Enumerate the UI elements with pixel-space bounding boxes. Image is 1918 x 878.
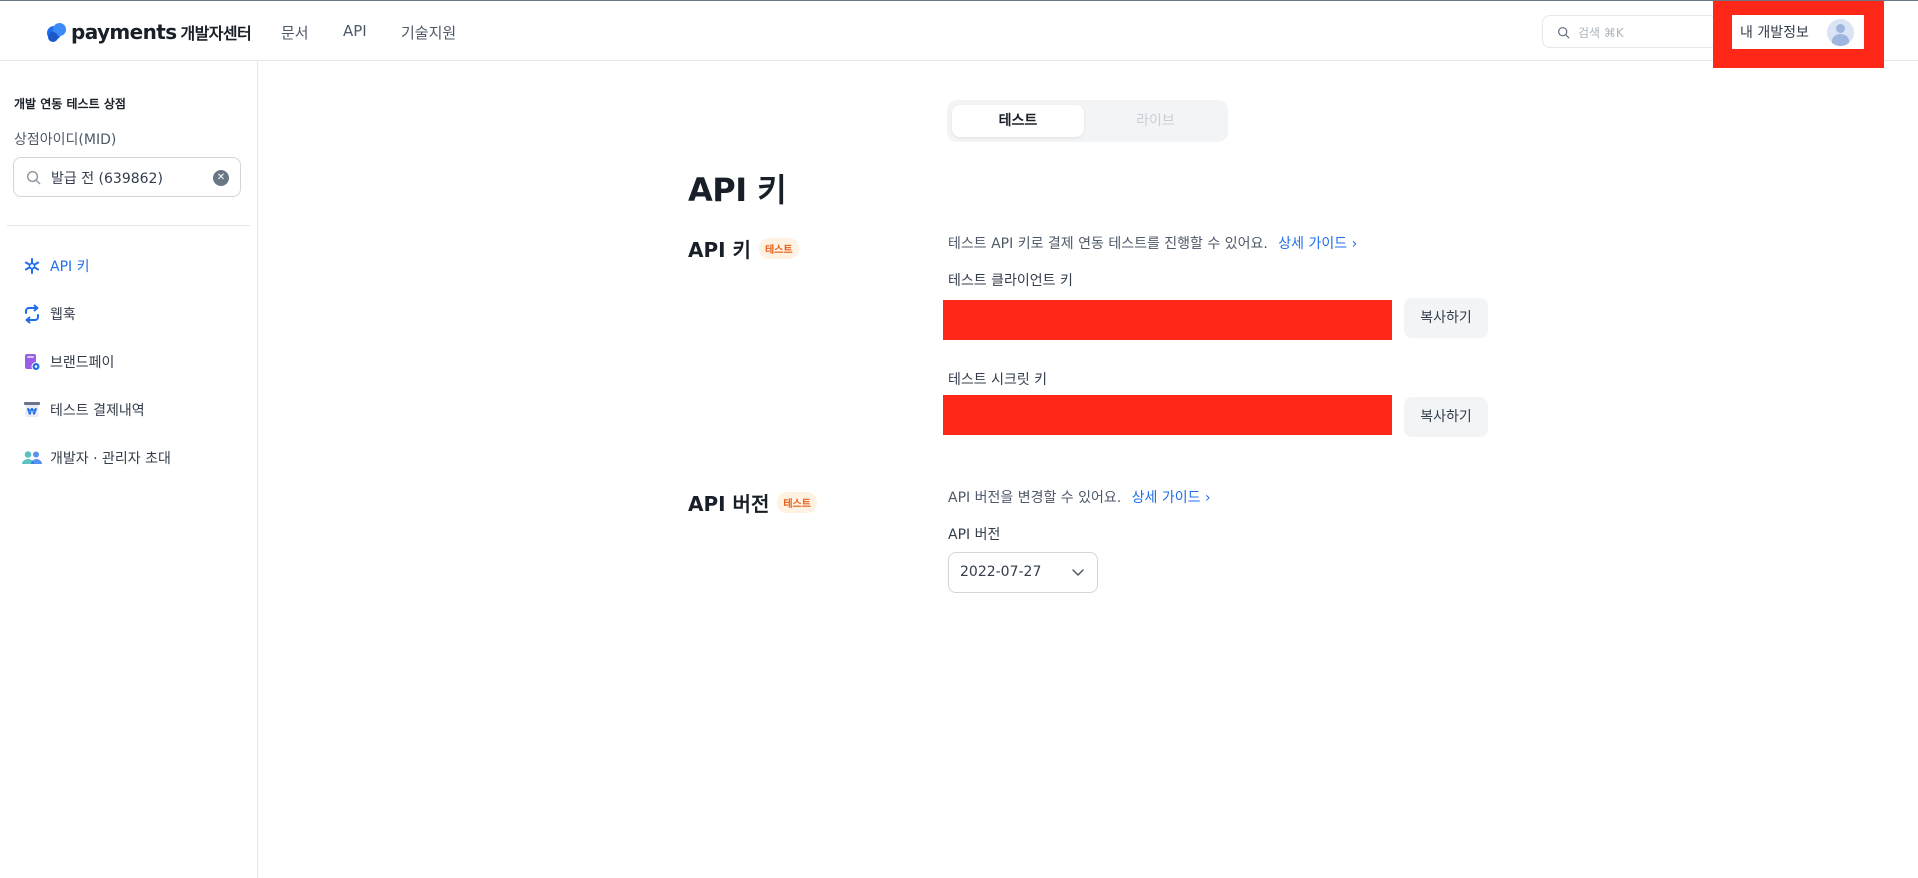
nav-api[interactable]: API — [343, 22, 367, 40]
sidebar-item-test-payments[interactable]: ₩ 테스트 결제내역 — [20, 398, 145, 422]
toggle-live[interactable]: 라이브 — [1088, 105, 1223, 137]
secret-key-redacted-field[interactable] — [943, 395, 1392, 435]
my-info-label: 내 개발정보 — [1740, 25, 1809, 41]
sidebar-item-label: 개발자 · 관리자 초대 — [50, 451, 171, 467]
api-key-section-title: API 키 테스트 — [688, 234, 799, 263]
description-text: API 버전을 변경할 수 있어요. — [948, 490, 1122, 506]
copy-client-key-button[interactable]: 복사하기 — [1404, 298, 1488, 338]
clear-icon[interactable]: ✕ — [213, 170, 229, 186]
chevron-right-icon: › — [1351, 236, 1358, 252]
page-title: API 키 — [688, 171, 787, 209]
mid-label: 상점아이디(MID) — [14, 132, 117, 148]
svg-text:₩: ₩ — [27, 408, 37, 418]
api-key-description: 테스트 API 키로 결제 연동 테스트를 진행할 수 있어요. 상세 가이드 … — [948, 233, 1357, 253]
api-key-icon — [20, 254, 44, 278]
store-name: 개발 연동 테스트 상점 — [14, 97, 126, 111]
guide-link-text: 상세 가이드 — [1131, 490, 1201, 506]
sidebar-item-invite[interactable]: 개발자 · 관리자 초대 — [20, 446, 171, 470]
search-placeholder: 검색 ⌘K — [1578, 26, 1624, 40]
invite-users-icon — [20, 446, 44, 470]
sidebar-item-label: 브랜드페이 — [50, 355, 115, 371]
section-title-text: API 버전 — [688, 492, 770, 516]
search-input[interactable]: 검색 ⌘K — [1542, 15, 1717, 48]
mid-value: 발급 전 (639862) — [51, 171, 163, 187]
logo[interactable]: payments 개발자센터 — [45, 20, 252, 44]
section-title-text: API 키 — [688, 238, 751, 262]
test-badge: 테스트 — [777, 492, 817, 513]
mid-search-field[interactable]: 발급 전 (639862) ✕ — [13, 157, 241, 197]
my-info-button[interactable]: 내 개발정보 — [1732, 15, 1864, 49]
test-badge: 테스트 — [758, 238, 799, 259]
api-version-label: API 버전 — [948, 527, 1001, 543]
search-icon — [1557, 26, 1570, 39]
api-version-select[interactable]: 2022-07-27 — [948, 552, 1098, 593]
logo-subtitle: 개발자센터 — [180, 24, 252, 43]
logo-text: payments — [71, 20, 177, 44]
chevron-right-icon: › — [1204, 490, 1211, 506]
nav-docs[interactable]: 문서 — [281, 22, 309, 43]
sidebar-item-label: API 키 — [50, 259, 90, 275]
top-navigation-bar: payments 개발자센터 문서 API 기술지원 검색 ⌘K — [0, 0, 1918, 61]
description-text: 테스트 API 키로 결제 연동 테스트를 진행할 수 있어요. — [948, 236, 1268, 252]
chevron-down-icon — [1072, 569, 1084, 576]
detail-guide-link[interactable]: 상세 가이드 › — [1278, 236, 1357, 252]
payment-history-icon: ₩ — [20, 398, 44, 422]
api-version-description: API 버전을 변경할 수 있어요. 상세 가이드 › — [948, 487, 1211, 507]
sidebar-item-label: 테스트 결제내역 — [50, 403, 145, 419]
sidebar-item-api-key[interactable]: API 키 — [20, 254, 89, 278]
toggle-test[interactable]: 테스트 — [952, 105, 1084, 137]
secret-key-label: 테스트 시크릿 키 — [948, 372, 1048, 388]
nav-support[interactable]: 기술지원 — [401, 22, 456, 43]
search-icon — [26, 170, 41, 185]
client-key-redacted-field[interactable] — [943, 300, 1392, 340]
sidebar: 개발 연동 테스트 상점 상점아이디(MID) 발급 전 (639862) ✕ … — [0, 61, 258, 878]
copy-secret-key-button[interactable]: 복사하기 — [1404, 397, 1488, 437]
client-key-label: 테스트 클라이언트 키 — [948, 273, 1073, 289]
sidebar-item-webhook[interactable]: 웹훅 — [20, 302, 76, 326]
sidebar-item-brandpay[interactable]: 브랜드페이 — [20, 350, 114, 374]
selected-version: 2022-07-27 — [960, 564, 1042, 580]
avatar[interactable] — [1827, 19, 1854, 46]
brandpay-icon — [20, 350, 44, 374]
sidebar-item-label: 웹훅 — [50, 307, 76, 323]
detail-guide-link[interactable]: 상세 가이드 › — [1132, 490, 1211, 506]
divider — [7, 225, 250, 226]
logo-mark-icon — [45, 22, 67, 42]
guide-link-text: 상세 가이드 — [1278, 236, 1348, 252]
webhook-icon — [20, 302, 44, 326]
environment-toggle: 테스트 라이브 — [947, 100, 1228, 142]
api-version-section-title: API 버전 테스트 — [688, 488, 817, 517]
